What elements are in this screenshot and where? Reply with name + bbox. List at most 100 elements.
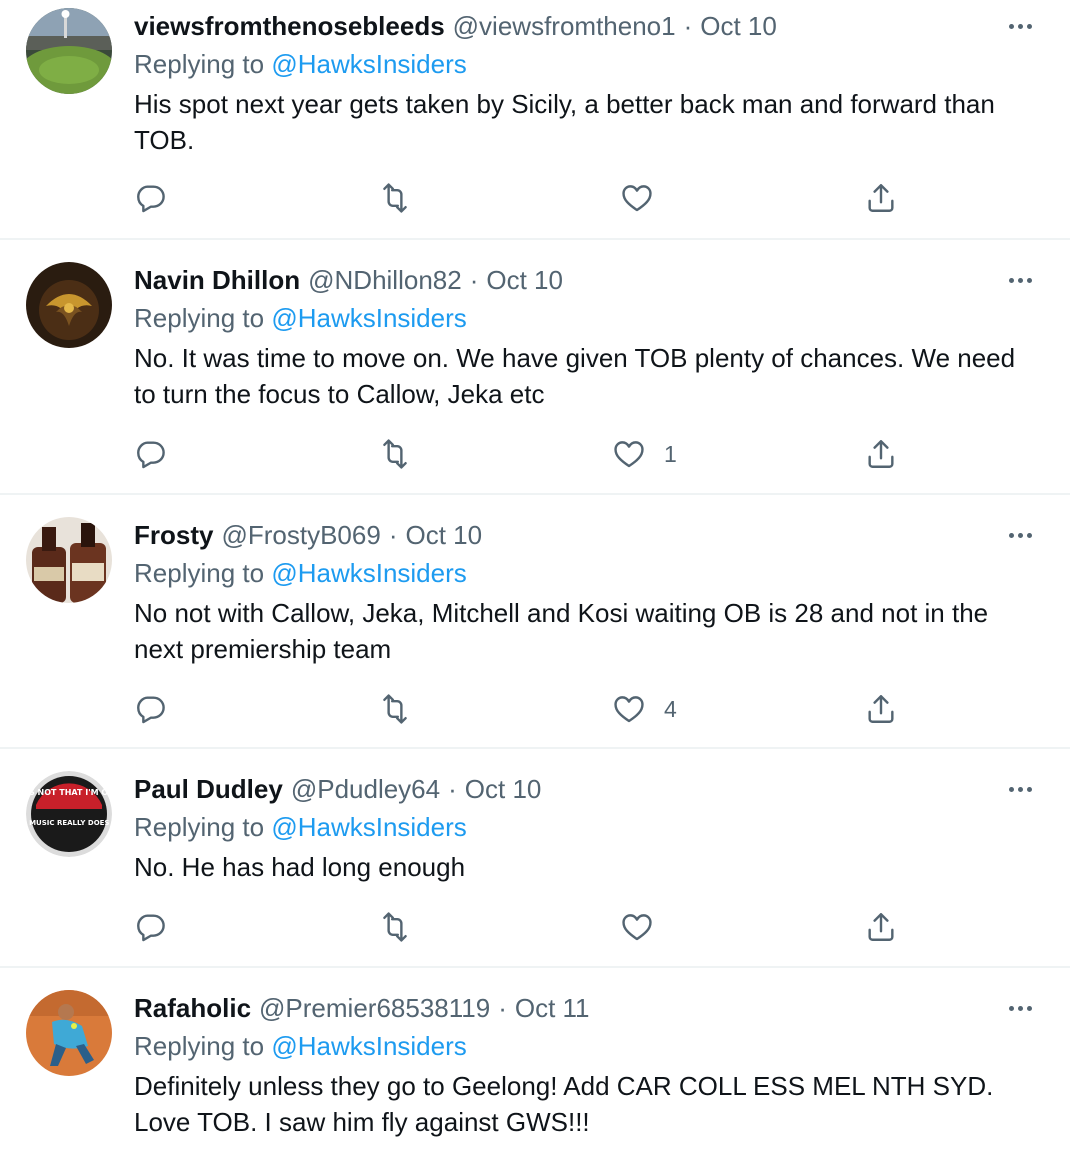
share-button[interactable] (864, 689, 898, 729)
replying-to: Replying to @HawksInsiders (134, 807, 1040, 847)
display-name[interactable]: Paul Dudley (134, 774, 283, 805)
hawks-logo (26, 262, 112, 348)
tweet[interactable]: Rafaholic @Premier68538119 · Oct 11 Repl… (0, 968, 1070, 1156)
avatar[interactable] (26, 990, 112, 1076)
reply-feed: viewsfromthenosebleeds @viewsfromtheno1 … (0, 0, 1070, 1156)
tweet[interactable]: Navin Dhillon @NDhillon82 · Oct 10 Reply… (0, 240, 1070, 495)
replying-to-prefix: Replying to (134, 303, 272, 333)
bottles-photo (26, 517, 112, 603)
reply-icon (137, 185, 165, 213)
retweet-button[interactable] (378, 689, 412, 729)
retweet-button[interactable] (378, 434, 412, 474)
more-icon[interactable] (1000, 517, 1040, 553)
replying-to-prefix: Replying to (134, 558, 272, 588)
replying-to-link[interactable]: @HawksInsiders (271, 49, 466, 79)
heart-icon (622, 185, 652, 212)
retweet-icon (383, 439, 407, 469)
avatar[interactable] (26, 262, 112, 348)
avatar[interactable] (26, 8, 112, 94)
avatar[interactable] (26, 517, 112, 603)
reply-icon (137, 914, 165, 942)
tweet-text: No not with Callow, Jeka, Mitchell and K… (134, 598, 989, 664)
user-handle[interactable]: @FrostyB069 (221, 520, 380, 551)
tweet-date[interactable]: Oct 10 (486, 265, 563, 296)
display-name[interactable]: Rafaholic (134, 993, 251, 1024)
share-button[interactable] (864, 178, 898, 218)
retweet-icon (383, 694, 407, 724)
tweet-text: Definitely unless they go to Geelong! Ad… (134, 1071, 994, 1137)
replying-to-link[interactable]: @HawksInsiders (271, 1031, 466, 1061)
display-name[interactable]: Frosty (134, 520, 213, 551)
separator-dot: · (448, 773, 457, 804)
reply-button[interactable] (134, 434, 168, 474)
share-icon (868, 184, 894, 212)
badge-avatar: IT'S NOT THAT I'M OLD YOUR MUSIC REALLY … (26, 771, 112, 857)
more-icon[interactable] (1000, 262, 1040, 298)
avatar-badge-bottom-text: YOUR MUSIC REALLY DOES SUCK (26, 819, 112, 827)
user-handle[interactable]: @Premier68538119 (259, 993, 490, 1024)
tweet-date[interactable]: Oct 10 (700, 11, 777, 42)
heart-icon (622, 914, 652, 941)
tweet-actions (134, 907, 894, 947)
retweet-icon (383, 912, 407, 942)
share-button[interactable] (864, 434, 898, 474)
replying-to-prefix: Replying to (134, 49, 272, 79)
tweet[interactable]: Frosty @FrostyB069 · Oct 10 Replying to … (0, 495, 1070, 749)
replying-to-link[interactable]: @HawksInsiders (271, 558, 466, 588)
like-count: 1 (664, 440, 677, 467)
more-icon[interactable] (1000, 990, 1040, 1026)
display-name[interactable]: Navin Dhillon (134, 265, 300, 296)
tweet-date[interactable]: Oct 11 (515, 993, 590, 1024)
replying-to: Replying to @HawksInsiders (134, 44, 1040, 84)
replying-to-link[interactable]: @HawksInsiders (271, 303, 466, 333)
tweet[interactable]: IT'S NOT THAT I'M OLD YOUR MUSIC REALLY … (0, 749, 1070, 968)
user-handle[interactable]: @NDhillon82 (308, 265, 462, 296)
tweet-text: No. He has had long enough (134, 852, 466, 882)
like-button[interactable]: 1 (612, 434, 677, 474)
separator-dot: · (469, 264, 479, 295)
more-icon[interactable] (1000, 8, 1040, 44)
like-button[interactable]: 4 (612, 689, 677, 729)
replying-to: Replying to @HawksInsiders (134, 553, 1040, 593)
share-icon (868, 695, 894, 723)
retweet-button[interactable] (378, 907, 412, 947)
user-handle[interactable]: @viewsfromtheno1 (453, 11, 676, 42)
heart-icon (614, 696, 644, 723)
tweet-actions (134, 178, 894, 218)
replying-to-prefix: Replying to (134, 1031, 272, 1061)
stadium-photo (26, 8, 112, 94)
separator-dot: · (683, 10, 693, 41)
like-button[interactable] (620, 178, 672, 218)
reply-button[interactable] (134, 689, 168, 729)
retweet-icon (383, 183, 407, 213)
tweet-date[interactable]: Oct 10 (465, 774, 542, 805)
tweet-date[interactable]: Oct 10 (405, 520, 482, 551)
replying-to-prefix: Replying to (134, 812, 272, 842)
reply-button[interactable] (134, 907, 168, 947)
user-handle[interactable]: @Pdudley64 (291, 774, 440, 805)
reply-button[interactable] (134, 178, 168, 218)
retweet-button[interactable] (378, 178, 412, 218)
reply-icon (137, 696, 165, 724)
reply-icon (137, 441, 165, 469)
tweet-text: His spot next year gets taken by Sicily,… (134, 89, 995, 155)
like-count: 4 (664, 695, 677, 722)
share-icon (868, 440, 894, 468)
replying-to: Replying to @HawksInsiders (134, 298, 1040, 338)
replying-to-link[interactable]: @HawksInsiders (271, 812, 466, 842)
more-icon[interactable] (1000, 771, 1040, 807)
replying-to: Replying to @HawksInsiders (134, 1026, 1040, 1066)
separator-dot: · (388, 519, 398, 550)
separator-dot: · (498, 992, 507, 1023)
tweet-actions: 1 (134, 434, 894, 474)
tweet-actions: 4 (134, 689, 894, 729)
tweet-text: No. It was time to move on. We have give… (134, 343, 1016, 409)
avatar[interactable]: IT'S NOT THAT I'M OLD YOUR MUSIC REALLY … (26, 771, 112, 857)
avatar-badge-top-text: IT'S NOT THAT I'M OLD (26, 788, 112, 797)
tennis-photo (26, 990, 112, 1076)
tweet[interactable]: viewsfromthenosebleeds @viewsfromtheno1 … (0, 0, 1070, 240)
display-name[interactable]: viewsfromthenosebleeds (134, 11, 445, 42)
share-icon (868, 913, 894, 941)
share-button[interactable] (864, 907, 898, 947)
like-button[interactable] (620, 907, 672, 947)
